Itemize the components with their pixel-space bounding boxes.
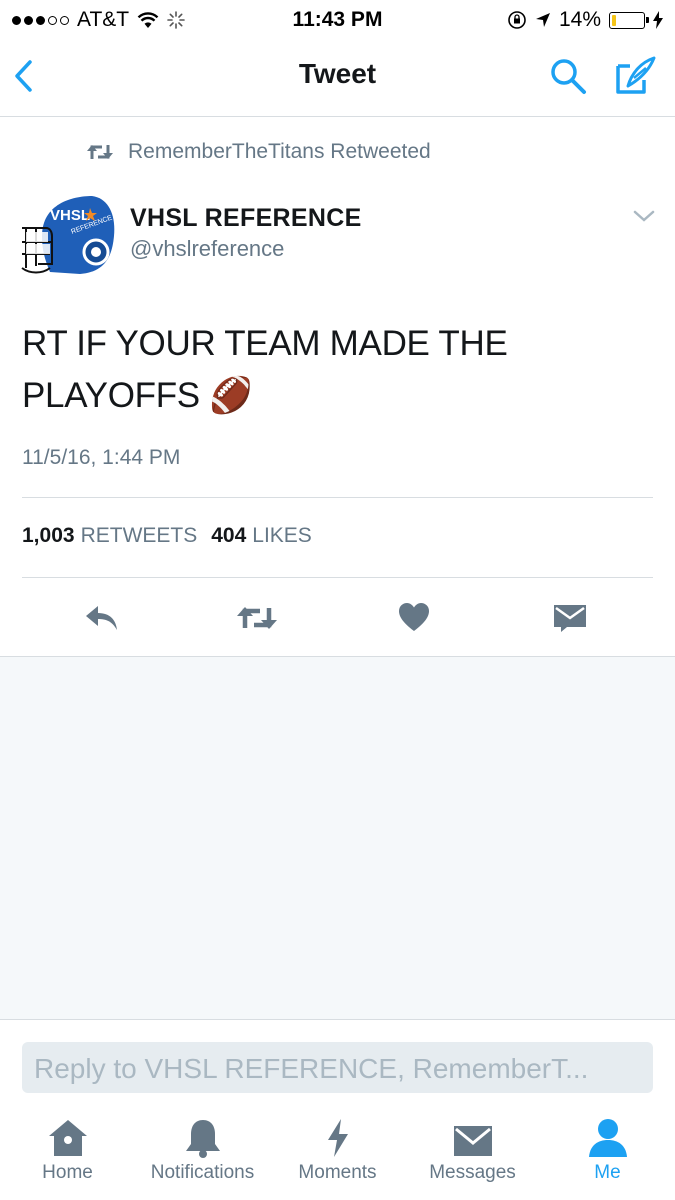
- likes-stat[interactable]: 404 LIKES: [211, 524, 312, 548]
- tab-notifications-label: Notifications: [150, 1162, 255, 1183]
- author-handle[interactable]: @vhslreference: [130, 236, 284, 262]
- search-icon[interactable]: [548, 56, 588, 96]
- like-count: 404: [211, 524, 247, 547]
- replies-area: [0, 657, 675, 1020]
- location-arrow-icon: [535, 13, 550, 27]
- tab-home-label: Home: [42, 1162, 93, 1183]
- envelope-icon: [453, 1126, 492, 1156]
- bell-icon: [185, 1120, 220, 1158]
- retweet-count: 1,003: [22, 524, 75, 547]
- svg-text:VHSL: VHSL: [50, 207, 90, 224]
- retweet-label: RETWEETS: [80, 524, 198, 547]
- tweet-timestamp: 11/5/16, 1:44 PM: [22, 446, 181, 469]
- tab-moments[interactable]: Moments: [270, 1112, 405, 1200]
- retweet-icon: [87, 145, 113, 159]
- orientation-lock-icon: [508, 11, 526, 29]
- tab-me[interactable]: Me: [540, 1112, 675, 1200]
- battery-icon: [609, 11, 649, 29]
- tab-messages-label: Messages: [429, 1162, 516, 1183]
- lightning-icon: [327, 1119, 348, 1157]
- divider: [22, 497, 653, 498]
- chevron-down-icon[interactable]: [632, 208, 656, 224]
- heart-icon[interactable]: [398, 602, 430, 632]
- battery-percent: 14%: [558, 8, 601, 31]
- retweets-stat[interactable]: 1,003 RETWEETS: [22, 524, 197, 548]
- reply-input[interactable]: Reply to VHSL REFERENCE, RememberT...: [22, 1042, 653, 1093]
- retweeted-by-line[interactable]: RememberTheTitans Retweeted: [86, 140, 431, 164]
- tweet-stats: 1,003 RETWEETS 404 LIKES: [22, 524, 312, 548]
- tab-bar: Home Notifications Moments Messages Me: [0, 1112, 675, 1200]
- tab-notifications[interactable]: Notifications: [135, 1112, 270, 1200]
- retweet-icon[interactable]: [236, 604, 278, 632]
- tab-messages[interactable]: Messages: [405, 1112, 540, 1200]
- tab-me-label: Me: [594, 1162, 621, 1183]
- tab-moments-label: Moments: [298, 1162, 377, 1183]
- tab-home[interactable]: Home: [0, 1112, 135, 1200]
- tweet-text: RT IF YOUR TEAM MADE THE PLAYOFFS 🏈: [22, 324, 508, 415]
- tweet-actions: [0, 578, 675, 657]
- home-icon: [48, 1120, 87, 1156]
- status-right: 14%: [507, 8, 663, 32]
- nav-bar: Tweet: [0, 38, 675, 117]
- avatar[interactable]: VHSL REFERENCE: [20, 192, 116, 280]
- person-icon: [588, 1119, 627, 1157]
- direct-message-icon[interactable]: [553, 603, 587, 633]
- status-bar: AT&T 11:43 PM 14%: [0, 0, 675, 38]
- compose-icon[interactable]: [614, 54, 658, 98]
- charging-bolt-icon: [653, 11, 663, 29]
- retweeted-by-label: RememberTheTitans Retweeted: [128, 140, 431, 163]
- like-label: LIKES: [252, 524, 312, 547]
- author-name[interactable]: VHSL REFERENCE: [130, 204, 362, 233]
- reply-icon[interactable]: [84, 604, 120, 632]
